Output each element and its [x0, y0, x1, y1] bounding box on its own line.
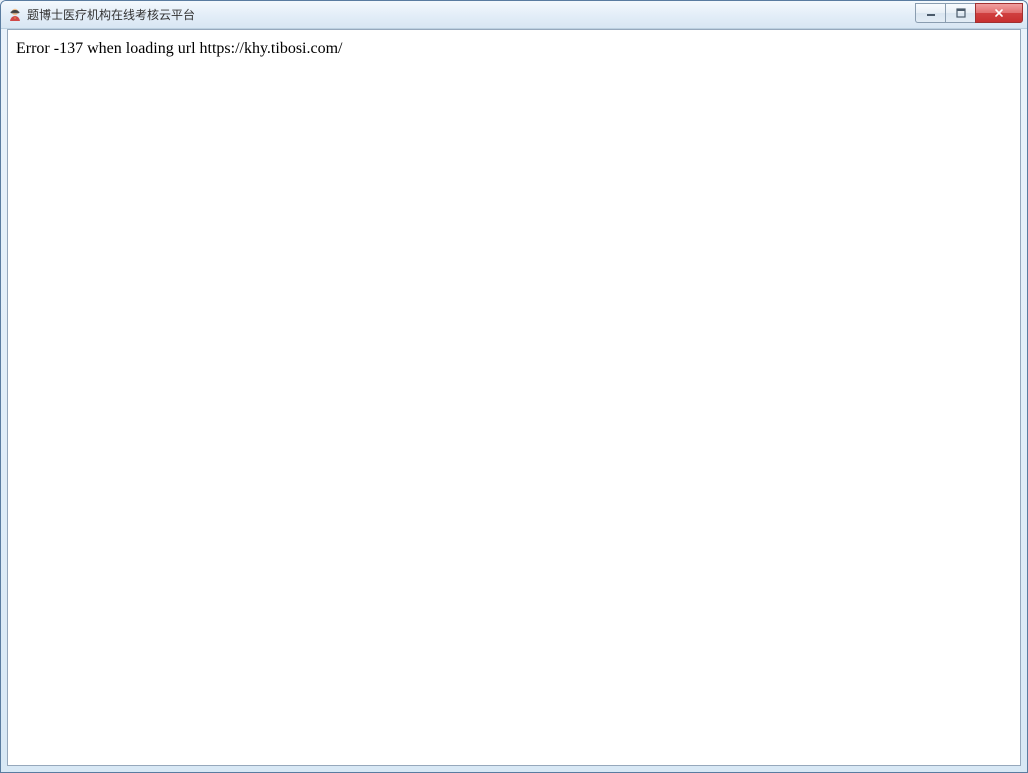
app-icon	[7, 7, 23, 23]
titlebar[interactable]: 题博士医疗机构在线考核云平台	[1, 1, 1027, 29]
close-button[interactable]	[975, 3, 1023, 23]
error-message: Error -137 when loading url https://khy.…	[8, 30, 1020, 68]
window-title: 题博士医疗机构在线考核云平台	[27, 6, 915, 23]
window-controls	[915, 3, 1023, 23]
window-frame: 题博士医疗机构在线考核云平台 Error -137 when loading u	[0, 0, 1028, 773]
minimize-button[interactable]	[915, 3, 945, 23]
content-area: Error -137 when loading url https://khy.…	[7, 29, 1021, 766]
maximize-button[interactable]	[945, 3, 975, 23]
